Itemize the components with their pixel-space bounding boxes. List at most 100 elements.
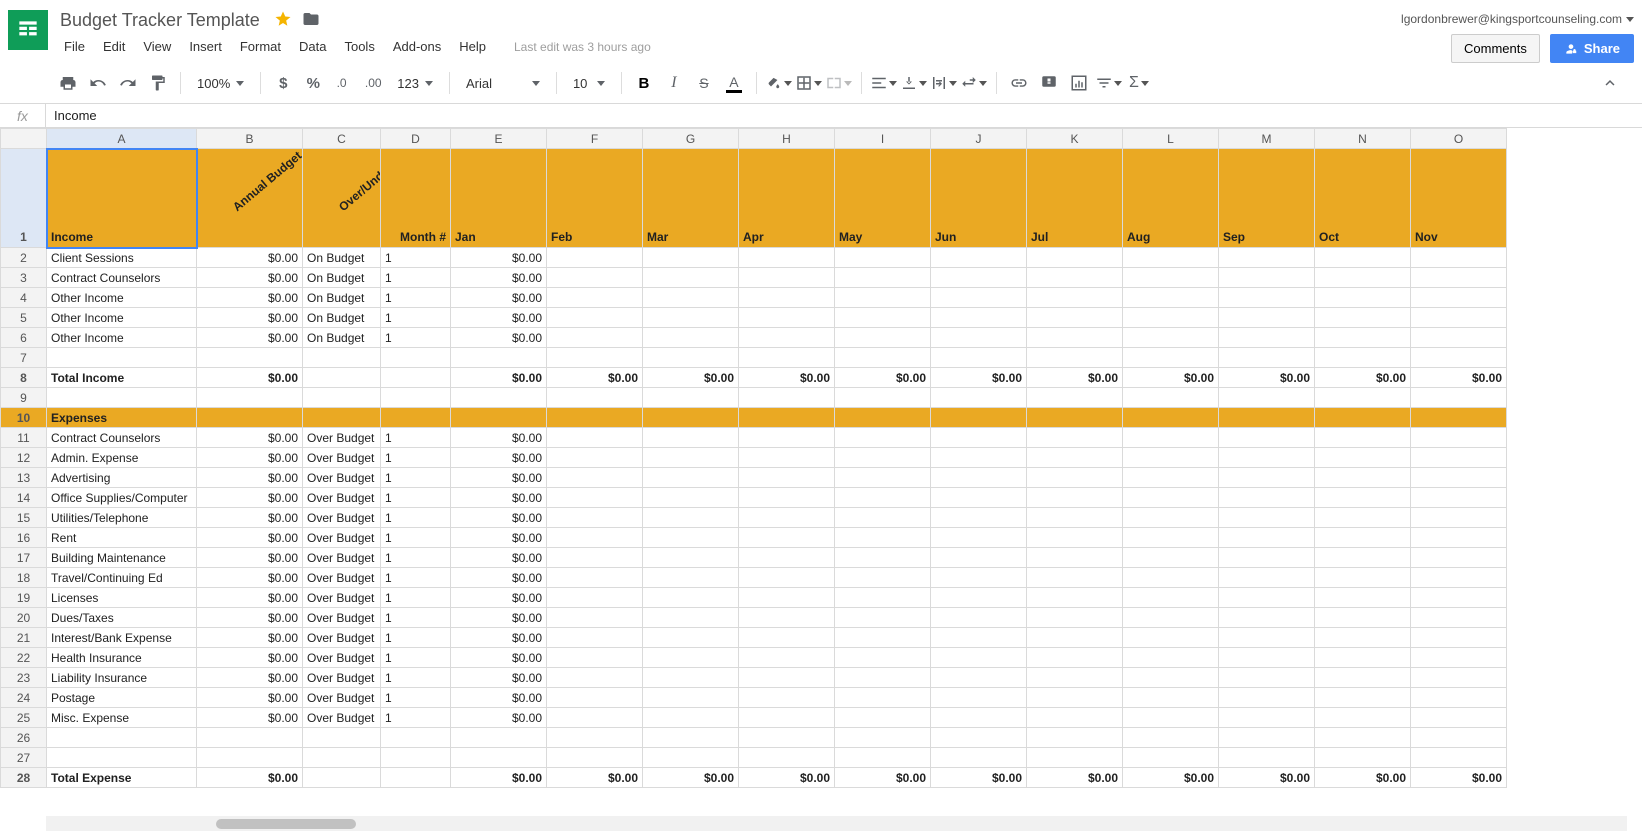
cell-F12[interactable] — [547, 448, 643, 468]
cell-A18[interactable]: Travel/Continuing Ed — [47, 568, 197, 588]
cell-D9[interactable] — [381, 388, 451, 408]
cell-B23[interactable]: $0.00 — [197, 668, 303, 688]
cell-K8[interactable]: $0.00 — [1027, 368, 1123, 388]
cell-E15[interactable]: $0.00 — [451, 508, 547, 528]
cell-G4[interactable] — [643, 288, 739, 308]
decrease-decimal-icon[interactable]: .0 — [329, 69, 357, 97]
cell-G9[interactable] — [643, 388, 739, 408]
cell-M13[interactable] — [1219, 468, 1315, 488]
cell-G23[interactable] — [643, 668, 739, 688]
cell-A6[interactable]: Other Income — [47, 328, 197, 348]
cell-M6[interactable] — [1219, 328, 1315, 348]
cell-A11[interactable]: Contract Counselors — [47, 428, 197, 448]
cell-A2[interactable]: Client Sessions — [47, 248, 197, 268]
cell-B24[interactable]: $0.00 — [197, 688, 303, 708]
cell-B28[interactable]: $0.00 — [197, 768, 303, 788]
cell-J17[interactable] — [931, 548, 1027, 568]
col-header-M[interactable]: M — [1219, 129, 1315, 149]
cell-L3[interactable] — [1123, 268, 1219, 288]
cell-N14[interactable] — [1315, 488, 1411, 508]
cell-C7[interactable] — [303, 348, 381, 368]
cell-O8[interactable]: $0.00 — [1411, 368, 1507, 388]
cell-C4[interactable]: On Budget — [303, 288, 381, 308]
cell-J22[interactable] — [931, 648, 1027, 668]
cell-H26[interactable] — [739, 728, 835, 748]
cell-L1[interactable]: Aug — [1123, 149, 1219, 248]
cell-K26[interactable] — [1027, 728, 1123, 748]
cell-C27[interactable] — [303, 748, 381, 768]
text-color-icon[interactable]: A — [720, 69, 748, 97]
paint-format-icon[interactable] — [144, 69, 172, 97]
cell-O11[interactable] — [1411, 428, 1507, 448]
cell-A28[interactable]: Total Expense — [47, 768, 197, 788]
cell-A21[interactable]: Interest/Bank Expense — [47, 628, 197, 648]
cell-G13[interactable] — [643, 468, 739, 488]
cell-N15[interactable] — [1315, 508, 1411, 528]
cell-A8[interactable]: Total Income — [47, 368, 197, 388]
cell-N8[interactable]: $0.00 — [1315, 368, 1411, 388]
cell-M8[interactable]: $0.00 — [1219, 368, 1315, 388]
cell-A22[interactable]: Health Insurance — [47, 648, 197, 668]
menu-data[interactable]: Data — [291, 35, 334, 58]
row-header[interactable]: 1 — [1, 149, 47, 248]
fill-color-icon[interactable] — [765, 69, 793, 97]
cell-O17[interactable] — [1411, 548, 1507, 568]
cell-M25[interactable] — [1219, 708, 1315, 728]
cell-L25[interactable] — [1123, 708, 1219, 728]
cell-D28[interactable] — [381, 768, 451, 788]
cell-I4[interactable] — [835, 288, 931, 308]
cell-A9[interactable] — [47, 388, 197, 408]
expand-toolbar-icon[interactable] — [1596, 69, 1624, 97]
cell-H19[interactable] — [739, 588, 835, 608]
cell-N23[interactable] — [1315, 668, 1411, 688]
col-header-F[interactable]: F — [547, 129, 643, 149]
cell-J1[interactable]: Jun — [931, 149, 1027, 248]
cell-I23[interactable] — [835, 668, 931, 688]
cell-M26[interactable] — [1219, 728, 1315, 748]
cell-G19[interactable] — [643, 588, 739, 608]
cell-E18[interactable]: $0.00 — [451, 568, 547, 588]
italic-icon[interactable]: I — [660, 69, 688, 97]
cell-C11[interactable]: Over Budget — [303, 428, 381, 448]
cell-B7[interactable] — [197, 348, 303, 368]
cell-B27[interactable] — [197, 748, 303, 768]
row-header[interactable]: 13 — [1, 468, 47, 488]
cell-K3[interactable] — [1027, 268, 1123, 288]
cell-F7[interactable] — [547, 348, 643, 368]
cell-I3[interactable] — [835, 268, 931, 288]
cell-B16[interactable]: $0.00 — [197, 528, 303, 548]
cell-L10[interactable] — [1123, 408, 1219, 428]
col-header-J[interactable]: J — [931, 129, 1027, 149]
cell-K24[interactable] — [1027, 688, 1123, 708]
cell-I8[interactable]: $0.00 — [835, 368, 931, 388]
col-header-E[interactable]: E — [451, 129, 547, 149]
cell-J9[interactable] — [931, 388, 1027, 408]
cell-H25[interactable] — [739, 708, 835, 728]
cell-H16[interactable] — [739, 528, 835, 548]
cell-O2[interactable] — [1411, 248, 1507, 268]
col-header-N[interactable]: N — [1315, 129, 1411, 149]
cell-M16[interactable] — [1219, 528, 1315, 548]
borders-icon[interactable] — [795, 69, 823, 97]
cell-J23[interactable] — [931, 668, 1027, 688]
cell-K13[interactable] — [1027, 468, 1123, 488]
cell-K25[interactable] — [1027, 708, 1123, 728]
cell-O14[interactable] — [1411, 488, 1507, 508]
cell-B21[interactable]: $0.00 — [197, 628, 303, 648]
cell-A25[interactable]: Misc. Expense — [47, 708, 197, 728]
cell-F24[interactable] — [547, 688, 643, 708]
cell-D14[interactable]: 1 — [381, 488, 451, 508]
cell-E24[interactable]: $0.00 — [451, 688, 547, 708]
formula-input[interactable]: Income — [46, 108, 1642, 123]
cell-N7[interactable] — [1315, 348, 1411, 368]
cell-O20[interactable] — [1411, 608, 1507, 628]
fontsize-select[interactable]: 10 — [565, 69, 613, 97]
cell-O4[interactable] — [1411, 288, 1507, 308]
cell-O27[interactable] — [1411, 748, 1507, 768]
cell-F4[interactable] — [547, 288, 643, 308]
cell-H28[interactable]: $0.00 — [739, 768, 835, 788]
comments-button[interactable]: Comments — [1451, 34, 1540, 63]
cell-F2[interactable] — [547, 248, 643, 268]
cell-J20[interactable] — [931, 608, 1027, 628]
cell-B6[interactable]: $0.00 — [197, 328, 303, 348]
